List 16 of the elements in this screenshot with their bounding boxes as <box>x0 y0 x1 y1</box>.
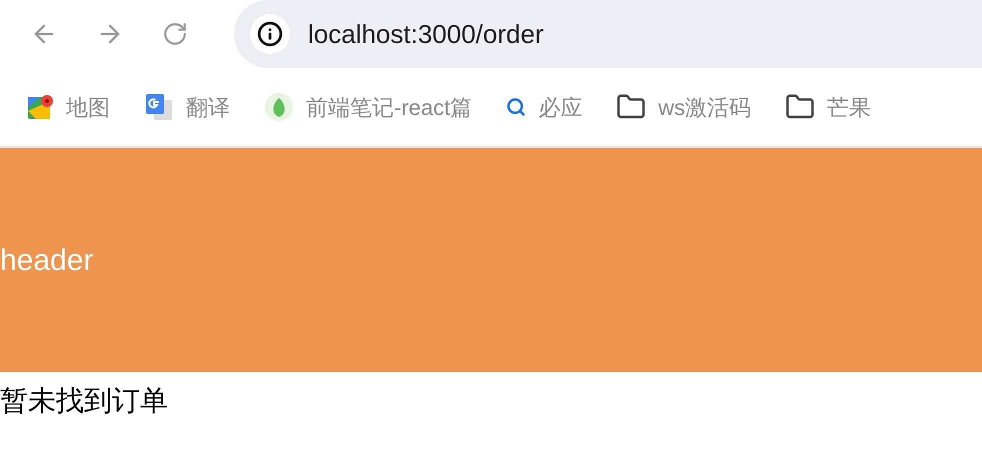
url-text: localhost:3000/order <box>308 18 544 50</box>
bookmark[interactable]: 翻译 <box>144 90 230 124</box>
site-info-icon[interactable] <box>250 14 290 54</box>
bookmark[interactable]: 地图 <box>26 90 110 124</box>
bookmark[interactable]: ws激活码 <box>616 90 752 124</box>
bookmark[interactable]: 必应 <box>506 90 582 124</box>
header-text: header <box>0 242 94 278</box>
reload-button[interactable] <box>162 21 188 47</box>
search-icon <box>506 97 526 117</box>
bookmark[interactable]: 芒果 <box>785 90 872 124</box>
bookmark[interactable]: 前端笔记-react篇 <box>264 90 472 124</box>
address-bar[interactable]: localhost:3000/order <box>234 0 982 68</box>
map-pin-icon <box>26 93 54 121</box>
leaf-icon <box>264 92 294 122</box>
translate-icon <box>144 92 174 122</box>
empty-message: 暂未找到订单 <box>0 385 168 416</box>
